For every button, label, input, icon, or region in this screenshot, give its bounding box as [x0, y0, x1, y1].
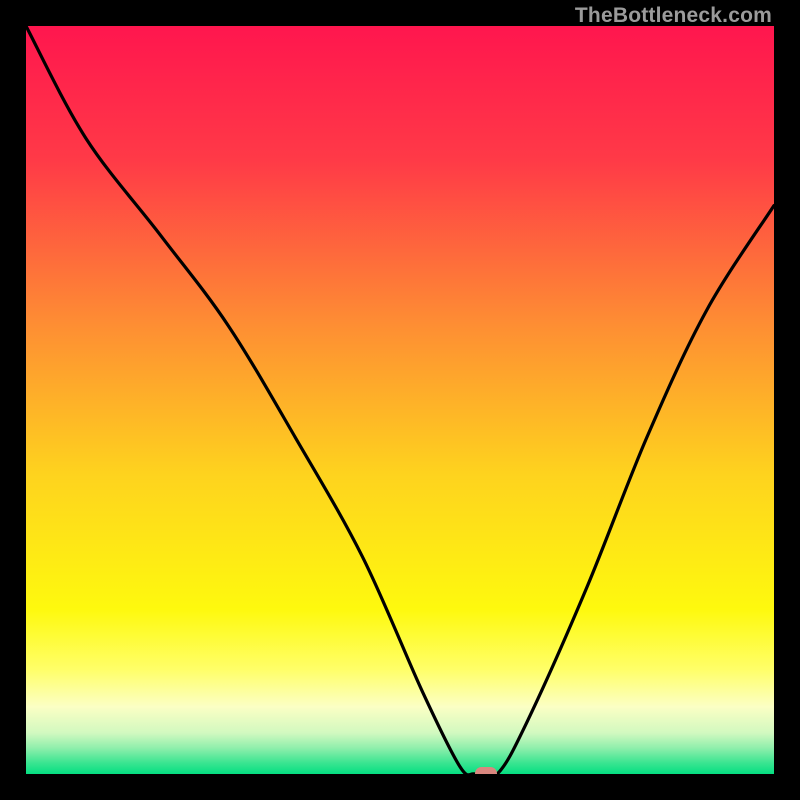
plot-area — [26, 26, 774, 774]
chart-frame: TheBottleneck.com — [0, 0, 800, 800]
watermark-text: TheBottleneck.com — [575, 4, 772, 28]
optimal-marker — [475, 767, 497, 774]
bottleneck-curve — [26, 26, 774, 774]
